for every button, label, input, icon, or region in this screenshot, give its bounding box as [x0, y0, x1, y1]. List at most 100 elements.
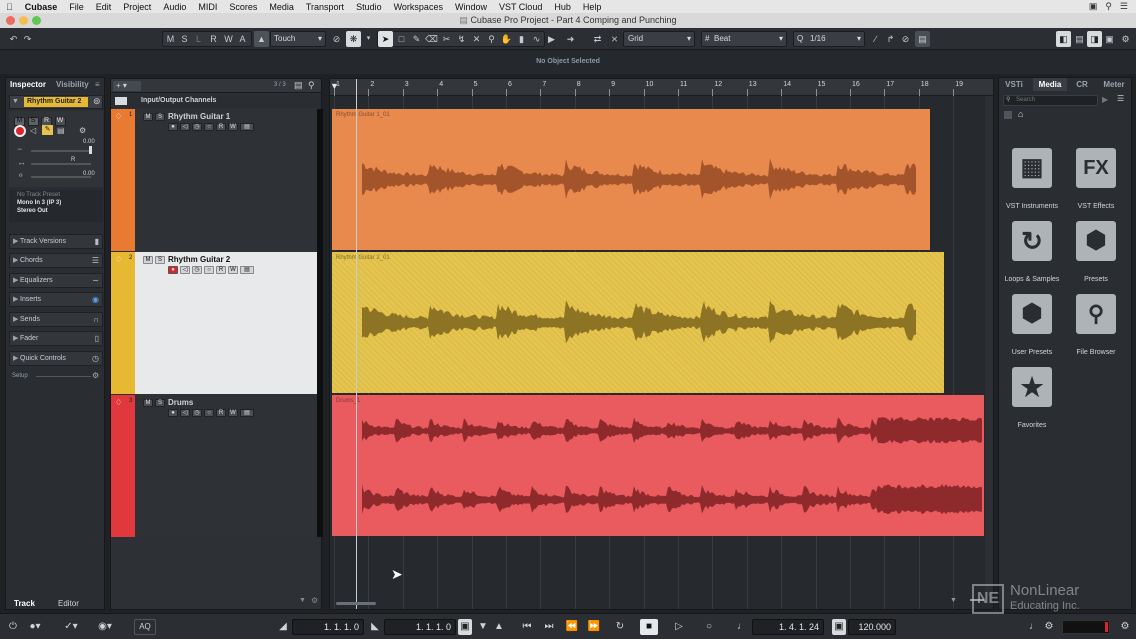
track-name[interactable]: Rhythm Guitar 1 [168, 112, 230, 121]
menu-hub[interactable]: Hub [548, 2, 577, 12]
tempo-track-icon[interactable]: ▣ [832, 619, 846, 635]
media-bay-icon[interactable]: ▣ [1102, 31, 1117, 47]
menu-file[interactable]: File [63, 2, 90, 12]
metronome-icon[interactable]: ♩ [733, 619, 751, 635]
record-button[interactable]: ○ [700, 619, 718, 635]
left-locator-display[interactable]: 1. 1. 1. 0 [292, 619, 364, 635]
rewind-icon[interactable]: ⏪ [563, 619, 581, 635]
left-locator-icon[interactable]: ◢ [274, 619, 292, 635]
object-selection-tool-icon[interactable]: ➤ [378, 31, 393, 47]
inspector-track-header[interactable]: ▼ Rhythm Guitar 2 ⊚ [9, 95, 103, 109]
timebase-button[interactable]: ◷ [192, 123, 202, 131]
tab-editor[interactable]: Editor [58, 599, 79, 608]
right-locator-icon[interactable]: ◣ [366, 619, 384, 635]
ruler[interactable]: 1 2 3 4 5 6 7 8 9 10 11 12 13 14 15 16 17 18 19 [330, 79, 993, 96]
volume-slider[interactable] [31, 150, 91, 152]
clear-search-icon[interactable]: ▶ [1102, 95, 1108, 104]
left-zone-toggle-icon[interactable]: ◧ [1056, 31, 1071, 47]
suspend-icon[interactable]: ⊘ [329, 31, 344, 47]
monitor-button[interactable]: ◁ [180, 266, 190, 274]
delay-slider[interactable] [31, 176, 91, 178]
track-preset[interactable]: No Track Preset [9, 190, 103, 198]
home-icon[interactable]: ⌂ [1018, 109, 1023, 119]
menu-vst-cloud[interactable]: VST Cloud [493, 2, 548, 12]
media-search-input[interactable]: ⚲ Search [1003, 95, 1098, 106]
zoom-tool-icon[interactable]: ⚲ [484, 31, 499, 47]
tab-inspector[interactable]: Inspector [10, 78, 46, 91]
vertical-scrollbar[interactable] [985, 96, 993, 596]
minimize-window-button[interactable] [19, 16, 28, 25]
solo-button[interactable]: S [155, 113, 165, 121]
range-tool-icon[interactable]: □ [394, 31, 409, 47]
event-display[interactable]: 1 2 3 4 5 6 7 8 9 10 11 12 13 14 15 16 17 18 19 Rhythm Gui… [329, 78, 994, 610]
spotlight-icon[interactable]: ⚲ [1105, 1, 1112, 12]
tab-visibility[interactable]: Visibility [56, 78, 89, 91]
project-cursor[interactable] [356, 79, 357, 609]
comp-tool-icon[interactable]: ✋ [499, 31, 514, 47]
right-locator-display[interactable]: 1. 1. 1. 0 [384, 619, 456, 635]
add-track-button[interactable]: + ▾ [113, 81, 141, 91]
zoom-window-button[interactable] [32, 16, 41, 25]
output-routing[interactable]: Stereo Out [9, 206, 103, 214]
lock-button[interactable]: ○ [204, 409, 214, 417]
quantize-apply-icon[interactable]: ↱ [883, 31, 898, 47]
write-button[interactable]: W [228, 266, 238, 274]
lanes-button[interactable]: ▤ [240, 123, 254, 131]
write-button[interactable]: W [54, 117, 66, 126]
cycle-mode-icon[interactable]: ◉▾ [96, 619, 114, 635]
tile-favorites[interactable]: ★ [1012, 367, 1052, 407]
tab-cr[interactable]: CR [1073, 78, 1091, 91]
play-tool-icon[interactable]: ▶ [544, 31, 559, 47]
section-track-versions[interactable]: ▶ Track Versions ▮ [9, 234, 103, 249]
audio-event-drums[interactable]: Drums_1 [332, 395, 984, 536]
channel-settings-icon[interactable]: ⚙ [79, 126, 86, 135]
draw-line-tool-icon[interactable]: ∿ [529, 31, 544, 47]
menu-project[interactable]: Project [117, 2, 157, 12]
tile-loops-samples[interactable]: ↻ [1012, 221, 1052, 261]
pan-slider[interactable] [31, 163, 91, 165]
punch-mode-icon[interactable]: ✓▾ [62, 619, 80, 635]
tile-vst-instruments[interactable]: ▦ [1012, 148, 1052, 188]
menu-edit[interactable]: Edit [90, 2, 118, 12]
timebase-button[interactable]: ◷ [192, 266, 202, 274]
apple-icon[interactable]:  [0, 2, 19, 12]
monitor-button[interactable]: ◁ [180, 409, 190, 417]
volume-slider-handle[interactable] [89, 146, 92, 154]
stop-button[interactable]: ■ [640, 619, 658, 635]
undo-icon[interactable]: ↶ [6, 31, 21, 47]
lanes-button[interactable]: ▤ [240, 409, 254, 417]
quantize-select[interactable]: Q 1/16 ▾ [793, 31, 865, 47]
mute-button[interactable]: M [143, 399, 153, 407]
edit-channel-icon[interactable]: ⊚ [93, 96, 101, 107]
groups-icon[interactable]: ❋ [346, 31, 361, 47]
listen-button[interactable]: L [191, 31, 206, 47]
lower-zone-toggle-icon[interactable]: ▤ [1072, 31, 1087, 47]
audio-event-rhythm-guitar-1[interactable]: Rhythm Guitar 1_01 [332, 109, 930, 250]
tab-track[interactable]: Track [14, 599, 35, 608]
read-button[interactable]: R [216, 409, 226, 417]
iterative-quantize-icon[interactable]: ∕ [868, 31, 883, 47]
menu-midi[interactable]: MIDI [192, 2, 223, 12]
menu-studio[interactable]: Studio [350, 2, 388, 12]
tempo-display[interactable]: 120.000 [848, 619, 896, 635]
tile-file-browser[interactable]: ⚲ [1076, 294, 1116, 334]
snap-type-select[interactable]: Grid ▾ [623, 31, 695, 47]
menu-media[interactable]: Media [263, 2, 300, 12]
section-sends[interactable]: ▶ Sends ∩ [9, 312, 103, 327]
tab-media[interactable]: Media [1033, 78, 1067, 91]
solo-button[interactable]: S [27, 117, 39, 126]
transport-menu-icon[interactable]: ⚙ [1116, 619, 1134, 635]
close-window-button[interactable] [6, 16, 15, 25]
section-quick-controls[interactable]: ▶ Quick Controls ◷ [9, 351, 103, 366]
back-icon[interactable] [1004, 111, 1012, 119]
read-button[interactable]: R [216, 123, 226, 131]
grid-type-select[interactable]: # Beat ▾ [701, 31, 787, 47]
record-enable-button[interactable]: ● [168, 409, 178, 417]
play-button[interactable]: ▷ [670, 619, 688, 635]
automation-a-button[interactable]: A [235, 31, 250, 47]
write-button[interactable]: W [228, 123, 238, 131]
settings-gear-icon[interactable]: ⚙ [1118, 31, 1133, 47]
edit-icon[interactable]: ✎ [42, 125, 53, 135]
glue-tool-icon[interactable]: ↯ [454, 31, 469, 47]
mute-button[interactable]: M [143, 256, 153, 264]
